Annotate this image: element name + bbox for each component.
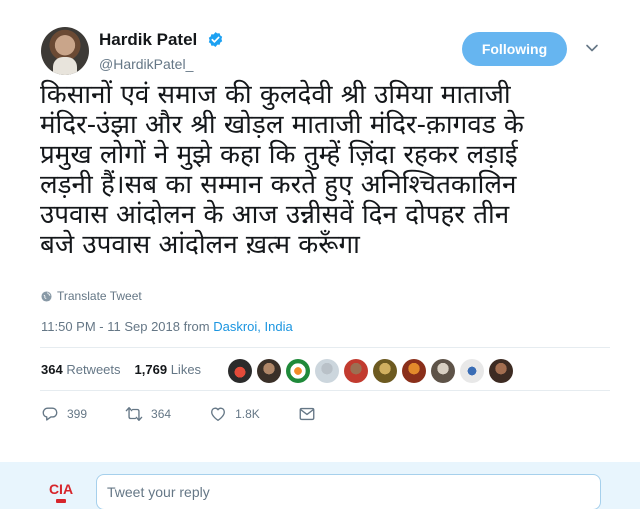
like-action[interactable]: 1.8K: [209, 405, 260, 423]
liker-avatars: [228, 359, 513, 383]
liker-avatar[interactable]: [315, 359, 339, 383]
reply-input[interactable]: [96, 474, 601, 509]
author-handle[interactable]: @HardikPatel_: [99, 56, 193, 72]
heart-icon[interactable]: [209, 405, 227, 423]
tweet-actions: 399 364 1.8K: [41, 405, 354, 423]
reply-user-avatar: CIA: [49, 481, 73, 503]
direct-message-action[interactable]: [298, 405, 316, 423]
retweets-stat[interactable]: 364 Retweets: [41, 362, 121, 377]
liker-avatar[interactable]: [257, 359, 281, 383]
liker-avatar[interactable]: [228, 359, 252, 383]
retweet-icon[interactable]: [125, 405, 143, 423]
like-count: 1.8K: [235, 407, 260, 421]
liker-avatar[interactable]: [489, 359, 513, 383]
translate-tweet-link[interactable]: Translate Tweet: [41, 289, 142, 303]
tweet-header: Hardik Patel @HardikPatel_ Following: [0, 0, 640, 82]
liker-avatar[interactable]: [460, 359, 484, 383]
tweet-text: किसानों एवं समाज की कुलदेवी श्री उमिया म…: [40, 80, 610, 260]
location-link[interactable]: Daskroi, India: [213, 319, 292, 334]
tweet-text-line: बजे उपवास आंदोलन ख़त्म करूँगा: [40, 230, 360, 260]
retweet-count: 364: [151, 407, 172, 421]
tweet-text-line: उपवास आंदोलन के आज उन्नीसवें दिन दोपहर त…: [40, 200, 510, 230]
engagement-stats: 364 Retweets 1,769 Likes: [41, 362, 215, 377]
likes-stat[interactable]: 1,769 Likes: [135, 362, 202, 377]
retweet-action[interactable]: 364: [125, 405, 171, 423]
reply-action[interactable]: 399: [41, 405, 87, 423]
envelope-icon[interactable]: [298, 405, 316, 423]
verified-badge-icon: [208, 32, 223, 47]
author-avatar[interactable]: [41, 27, 89, 75]
reply-icon[interactable]: [41, 405, 59, 423]
reply-count: 399: [67, 407, 88, 421]
svg-text:CIA: CIA: [49, 481, 73, 497]
globe-icon: [41, 290, 52, 302]
tweet-text-line: प्रमुख लोगों ने मुझे कहा कि तुम्हें ज़िं…: [40, 140, 518, 170]
liker-avatar[interactable]: [286, 359, 310, 383]
timestamp-text[interactable]: 11:50 PM - 11 Sep 2018 from: [41, 319, 213, 334]
liker-avatar[interactable]: [431, 359, 455, 383]
tweet-text-line: किसानों एवं समाज की कुलदेवी श्री उमिया म…: [40, 80, 511, 110]
tweet-text-line: मंदिर-उंझा और श्री खोड़ल माताजी मंदिर-क़…: [40, 110, 524, 140]
divider: [40, 390, 610, 391]
tweet-text-line: लड़नी हैं।सब का सम्मान करते हुए अनिश्चित…: [40, 170, 517, 200]
tweet-timestamp: 11:50 PM - 11 Sep 2018 from Daskroi, Ind…: [41, 319, 293, 334]
translate-tweet-label[interactable]: Translate Tweet: [57, 289, 142, 303]
author-name[interactable]: Hardik Patel: [99, 30, 197, 50]
liker-avatar[interactable]: [344, 359, 368, 383]
liker-avatar[interactable]: [402, 359, 426, 383]
liker-avatar[interactable]: [373, 359, 397, 383]
chevron-down-icon[interactable]: [585, 41, 599, 55]
divider: [40, 347, 610, 348]
following-button[interactable]: Following: [462, 32, 567, 66]
